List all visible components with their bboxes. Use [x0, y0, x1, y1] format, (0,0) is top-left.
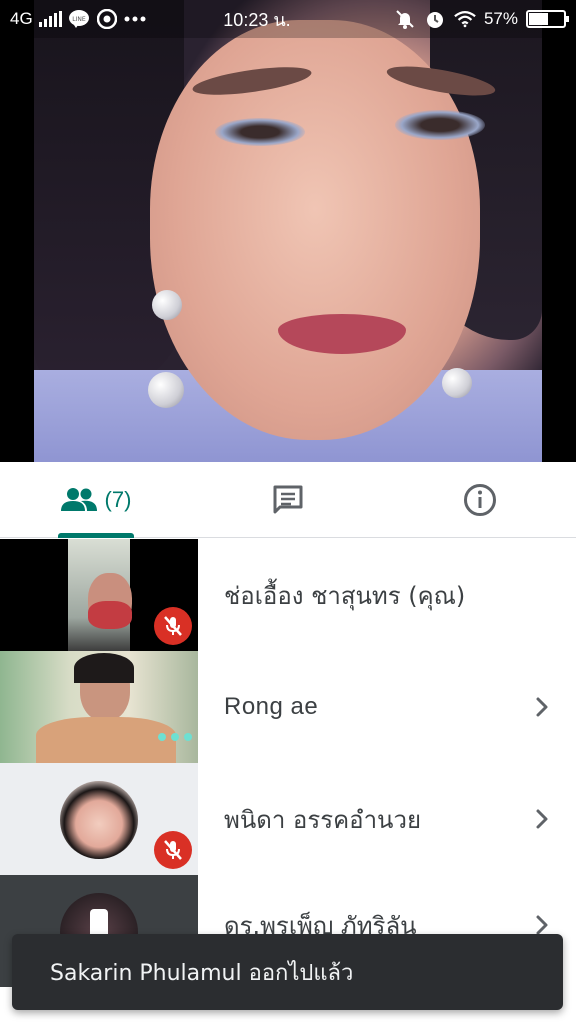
- status-time: 10:23 น.: [223, 9, 291, 30]
- video-decor: [36, 717, 176, 763]
- video-decor: [395, 110, 485, 140]
- participant-video-tile: [0, 539, 198, 651]
- chevron-right-icon[interactable]: [530, 695, 554, 719]
- participant-video-tile: [0, 651, 198, 763]
- toast-message: Sakarin Phulamul ออกไปแล้ว: [50, 960, 354, 986]
- snackbar-toast: Sakarin Phulamul ออกไปแล้ว: [12, 934, 563, 1010]
- line-app-icon: LINE: [68, 8, 90, 30]
- battery-charging-icon: [526, 10, 569, 28]
- people-icon: [60, 488, 97, 511]
- status-bar: 4G LINE 10:23 น. 57%: [0, 0, 576, 38]
- wifi-icon: [454, 8, 476, 30]
- tab-info[interactable]: [384, 462, 576, 538]
- participant-row[interactable]: พนิดา อรรคอำนวย: [0, 763, 576, 875]
- network-type: 4G: [10, 9, 33, 28]
- participant-avatar-tile: [0, 763, 198, 875]
- svg-text:LINE: LINE: [72, 16, 86, 23]
- signal-icon: [38, 11, 62, 27]
- video-decor: [74, 653, 134, 683]
- tab-bar: (7): [0, 462, 576, 538]
- video-decor: [215, 118, 305, 146]
- chrome-icon: [96, 8, 118, 30]
- video-decor: [152, 290, 182, 320]
- info-icon: [464, 484, 496, 516]
- main-video-feed[interactable]: [0, 0, 576, 462]
- participant-row[interactable]: Rong ae: [0, 651, 576, 763]
- participant-row[interactable]: ช่อเอื้อง ชาสุนทร (คุณ): [0, 539, 576, 651]
- participant-name: ช่อเอื้อง ชาสุนทร (คุณ): [224, 581, 466, 610]
- mute-notification-icon: [394, 8, 416, 30]
- speaking-indicator-icon: [158, 733, 192, 741]
- status-bar-right: 57%: [394, 8, 569, 30]
- participant-name: Rong ae: [224, 693, 319, 720]
- battery-level: [529, 13, 549, 25]
- participant-count: (7): [104, 487, 132, 512]
- video-decor: [148, 372, 184, 408]
- chevron-right-icon[interactable]: [530, 807, 554, 831]
- video-decor: [442, 368, 472, 398]
- mic-off-icon: [154, 831, 192, 869]
- tab-chat[interactable]: [192, 462, 384, 538]
- participant-name: พนิดา อรรคอำนวย: [224, 805, 422, 834]
- battery-percent: 57%: [483, 9, 518, 28]
- video-decor: [88, 601, 132, 629]
- chat-icon: [273, 485, 303, 514]
- avatar: [60, 781, 138, 859]
- alarm-icon: [424, 8, 446, 30]
- tab-people[interactable]: (7): [0, 462, 192, 538]
- mic-off-icon: [154, 607, 192, 645]
